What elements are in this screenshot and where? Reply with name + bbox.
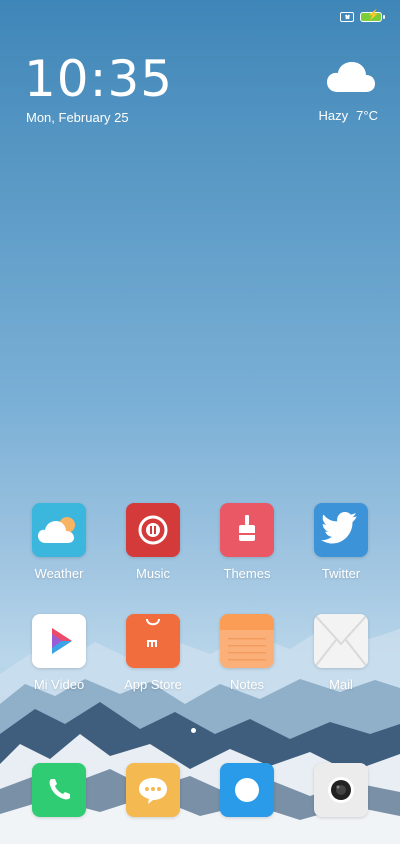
music-app-icon	[126, 503, 180, 557]
weather-text: Hazy 7°C	[311, 108, 378, 123]
dock-browser[interactable]	[207, 763, 287, 817]
messages-app-icon	[126, 763, 180, 817]
app-label: Weather	[34, 566, 84, 581]
battery-charging-icon: ⚡	[360, 10, 385, 22]
app-app-store[interactable]: App Store	[113, 614, 193, 692]
dock-messages[interactable]	[113, 763, 193, 817]
app-label: Themes	[223, 566, 271, 581]
app-label: Music	[136, 566, 170, 581]
weather-condition: Hazy	[318, 108, 349, 123]
mi-video-app-icon	[32, 614, 86, 668]
twitter-app-icon	[314, 503, 368, 557]
dock-camera[interactable]	[301, 763, 381, 817]
clock-time[interactable]: 10:35	[24, 50, 173, 108]
app-label: Mi Video	[33, 677, 85, 692]
sim-x-icon	[340, 12, 354, 22]
app-weather[interactable]: Weather	[19, 503, 99, 581]
app-store-icon	[126, 614, 180, 668]
cloud-icon	[327, 62, 375, 92]
app-label: Notes	[230, 677, 264, 692]
app-mail[interactable]: Mail	[301, 614, 381, 692]
app-themes[interactable]: Themes	[207, 503, 287, 581]
app-label: App Store	[124, 677, 182, 692]
weather-temperature: 7°C	[356, 108, 378, 123]
status-bar: ⚡	[340, 10, 385, 22]
clock-date[interactable]: Mon, February 25	[26, 110, 129, 125]
notes-app-icon	[220, 614, 274, 668]
app-twitter[interactable]: Twitter	[301, 503, 381, 581]
app-music[interactable]: Music	[113, 503, 193, 581]
phone-app-icon	[32, 763, 86, 817]
themes-app-icon	[220, 503, 274, 557]
mail-app-icon	[314, 614, 368, 668]
browser-app-icon	[220, 763, 274, 817]
app-mi-video[interactable]: Mi Video	[19, 614, 99, 692]
app-label: Twitter	[321, 566, 361, 581]
weather-app-icon	[32, 503, 86, 557]
camera-app-icon	[314, 763, 368, 817]
page-indicator-dot[interactable]	[191, 728, 196, 733]
app-notes[interactable]: Notes	[207, 614, 287, 692]
app-label: Mail	[329, 677, 353, 692]
dock-phone[interactable]	[19, 763, 99, 817]
wallpaper	[0, 0, 400, 844]
